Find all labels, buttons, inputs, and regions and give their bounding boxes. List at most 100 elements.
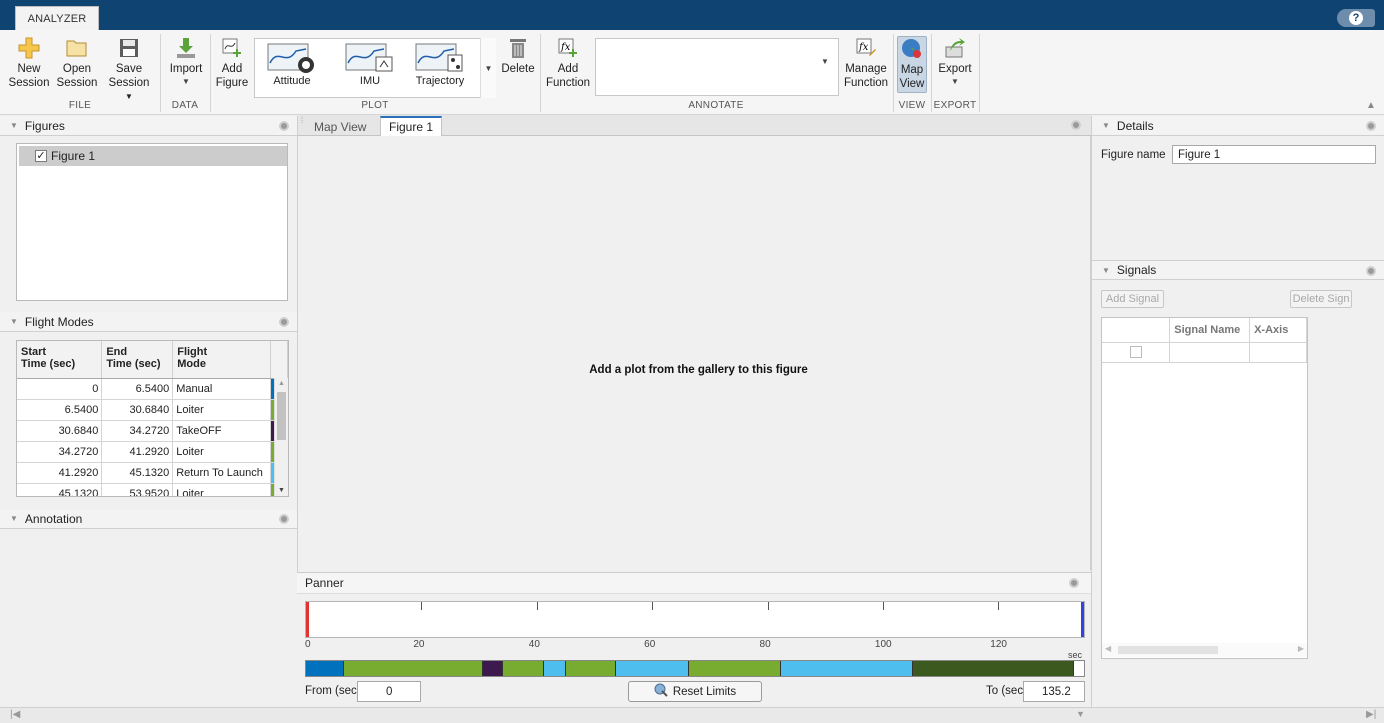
scrollbar-thumb[interactable] [277, 392, 286, 440]
chevron-down-icon[interactable]: ▼ [821, 57, 829, 66]
timeline-segment[interactable] [503, 661, 544, 676]
tab-analyzer[interactable]: ANALYZER [15, 6, 99, 31]
flight-modes-panel-header[interactable]: ▼ Flight Modes [0, 312, 297, 332]
panel-options-icon[interactable] [279, 317, 289, 327]
collapse-toolstrip-icon[interactable]: ▲ [1366, 100, 1376, 111]
table-cell-end[interactable]: 53.9520 [101, 483, 174, 496]
table-cell-start[interactable]: 30.6840 [17, 420, 103, 442]
to-input[interactable]: 135.2 [1023, 681, 1085, 702]
save-session-button[interactable]: Save Session ▼ [104, 36, 154, 104]
collapse-triangle-icon[interactable]: ▼ [10, 121, 18, 130]
help-button[interactable]: ? [1337, 9, 1375, 27]
add-figure-button[interactable]: Add Figure [214, 36, 250, 90]
import-button[interactable]: Import ▼ [166, 36, 206, 87]
table-row[interactable]: 34.2720 41.2920 Loiter [17, 441, 288, 463]
collapse-left-icon[interactable]: |◀ [10, 709, 20, 720]
details-panel-header[interactable]: ▼ Details [1092, 116, 1384, 136]
signals-panel-header[interactable]: ▼ Signals [1092, 260, 1384, 280]
timeline-segment[interactable] [306, 661, 344, 676]
annotation-panel-header[interactable]: ▼ Annotation [0, 509, 297, 529]
table-row[interactable]: 45.1320 53.9520 Loiter [17, 483, 288, 496]
timeline-segment[interactable] [688, 661, 781, 676]
panel-options-icon[interactable] [1071, 120, 1081, 130]
timeline-segment[interactable] [482, 661, 504, 676]
figures-panel-header[interactable]: ▼ Figures [0, 116, 297, 136]
checkbox[interactable]: ✓ [35, 150, 47, 162]
column-header[interactable]: Flight Mode [172, 341, 272, 379]
scroll-up-icon[interactable]: ▲ [278, 380, 285, 387]
scroll-left-icon[interactable]: ◀ [1105, 644, 1111, 653]
table-scrollbar[interactable]: ▲ ▼ [274, 378, 288, 496]
column-header[interactable]: Start Time (sec) [17, 341, 103, 379]
horizontal-scrollbar[interactable]: ◀ ▶ [1102, 643, 1307, 657]
column-header[interactable]: End Time (sec) [101, 341, 174, 379]
column-header[interactable]: X-Axis [1249, 318, 1307, 343]
gallery-item-attitude[interactable]: Attitude [259, 41, 325, 97]
table-cell-mode[interactable]: TakeOFF [172, 420, 272, 442]
table-cell-start[interactable]: 41.2920 [17, 462, 103, 484]
timeline-segment[interactable] [565, 661, 617, 676]
flight-mode-timeline[interactable] [305, 660, 1085, 677]
table-cell-end[interactable]: 6.5400 [101, 378, 174, 400]
delete-button[interactable]: Delete [500, 36, 536, 77]
table-cell-end[interactable]: 34.2720 [101, 420, 174, 442]
scroll-down-icon[interactable]: ▼ [278, 487, 285, 494]
panel-options-icon[interactable] [1069, 578, 1079, 588]
gallery-item-imu[interactable]: IMU [337, 41, 403, 97]
scrollbar-thumb[interactable] [1118, 646, 1218, 654]
new-session-button[interactable]: New Session [9, 36, 49, 90]
table-cell-start[interactable]: 6.5400 [17, 399, 103, 421]
annotation-function-list[interactable] [595, 38, 839, 96]
collapse-triangle-icon[interactable]: ▼ [1102, 121, 1110, 130]
table-cell-mode[interactable]: Manual [172, 378, 272, 400]
table-cell-mode[interactable]: Loiter [172, 441, 272, 463]
delete-signal-button[interactable]: Delete Sign [1290, 290, 1352, 308]
table-row[interactable]: 30.6840 34.2720 TakeOFF [17, 420, 288, 442]
timeline-segment[interactable] [343, 661, 483, 676]
table-row[interactable] [1102, 342, 1307, 363]
table-cell-start[interactable]: 34.2720 [17, 441, 103, 463]
checkbox[interactable] [1129, 346, 1142, 358]
table-cell-mode[interactable]: Loiter [172, 483, 272, 496]
panel-options-icon[interactable] [279, 514, 289, 524]
table-cell-start[interactable]: 45.1320 [17, 483, 103, 496]
tab-figure-1[interactable]: Figure 1 [380, 116, 443, 136]
open-session-button[interactable]: Open Session [55, 36, 99, 90]
column-header[interactable] [1102, 318, 1171, 343]
from-input[interactable]: 0 [357, 681, 421, 702]
table-cell-start[interactable]: 0 [17, 378, 103, 400]
collapse-bottom-icon[interactable]: ▼ [1076, 709, 1085, 719]
table-cell-end[interactable]: 45.1320 [101, 462, 174, 484]
add-function-button[interactable]: fx Add Function [545, 36, 591, 90]
collapse-triangle-icon[interactable]: ▼ [1102, 266, 1110, 275]
figure-canvas[interactable]: Add a plot from the gallery to this figu… [306, 136, 1091, 570]
tab-map-view[interactable]: Map View [306, 117, 374, 136]
panel-options-icon[interactable] [1366, 266, 1376, 276]
column-header[interactable]: Signal Name [1169, 318, 1251, 343]
figure-name-field[interactable]: Figure 1 [1172, 145, 1376, 164]
export-button[interactable]: Export ▼ [935, 36, 975, 87]
gallery-item-trajectory[interactable]: Trajectory [407, 41, 473, 97]
panel-options-icon[interactable] [279, 121, 289, 131]
list-item[interactable]: ✓ Figure 1 [19, 146, 287, 166]
table-cell-end[interactable]: 30.6840 [101, 399, 174, 421]
collapse-triangle-icon[interactable]: ▼ [10, 317, 18, 326]
timeline-segment[interactable] [543, 661, 566, 676]
timeline-segment[interactable] [780, 661, 914, 676]
panner-axes[interactable] [305, 601, 1085, 638]
reset-limits-button[interactable]: Reset Limits [628, 681, 762, 702]
timeline-segment[interactable] [913, 661, 1075, 676]
manage-function-button[interactable]: fx Manage Function [842, 36, 890, 90]
table-cell-mode[interactable]: Loiter [172, 399, 272, 421]
left-limit-handle[interactable] [306, 602, 309, 637]
table-cell-end[interactable]: 41.2920 [101, 441, 174, 463]
map-view-toggle[interactable]: Map View [896, 36, 928, 93]
collapse-triangle-icon[interactable]: ▼ [10, 514, 18, 523]
divider[interactable] [1091, 116, 1092, 707]
collapse-right-icon[interactable]: ▶| [1366, 709, 1376, 720]
table-cell-mode[interactable]: Return To Launch [172, 462, 272, 484]
drag-handle-icon[interactable]: ⁞ [298, 115, 306, 136]
gallery-expand-button[interactable]: ▼ [480, 38, 496, 98]
table-row[interactable]: 0 6.5400 Manual [17, 378, 288, 400]
table-row[interactable]: 6.5400 30.6840 Loiter [17, 399, 288, 421]
